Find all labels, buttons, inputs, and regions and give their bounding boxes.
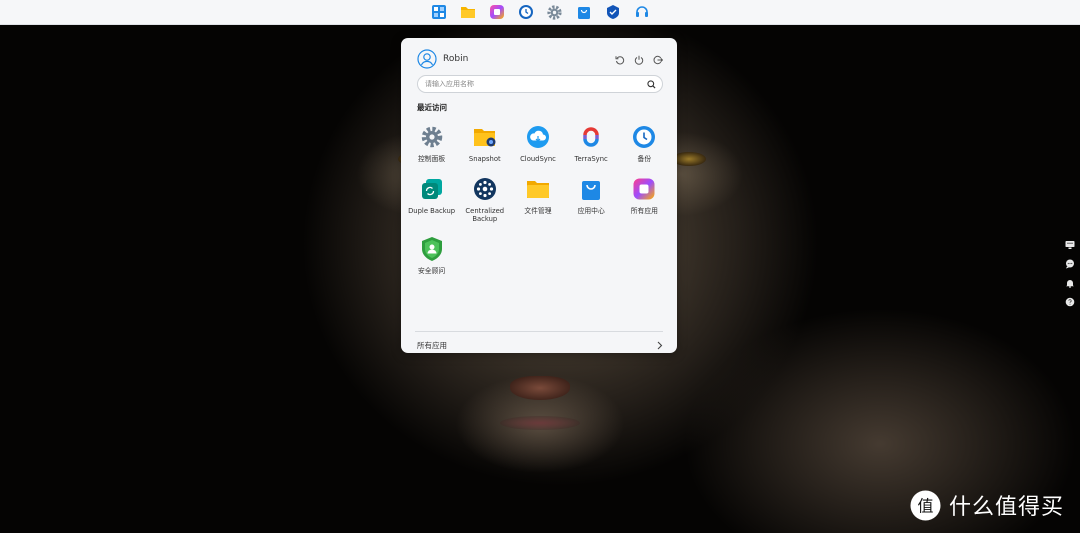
centralized-backup-icon: [472, 176, 498, 202]
file-folder-icon[interactable]: [456, 1, 479, 23]
watermark-logo-icon: 值: [910, 490, 941, 521]
help-icon[interactable]: [1064, 296, 1076, 307]
app-app-center[interactable]: 应用中心: [565, 176, 618, 223]
search-icon[interactable]: [647, 79, 656, 89]
chat-icon[interactable]: [1064, 258, 1076, 269]
all-apps-icon[interactable]: [485, 1, 508, 23]
control-panel-gear-icon[interactable]: [543, 1, 566, 23]
duple-backup-icon: [419, 176, 445, 202]
user-actions: [615, 50, 664, 69]
recent-apps-grid: 控制面板 Snapshot CloudSync TerraSync 备份 Dup…: [405, 124, 673, 275]
start-menu-icon[interactable]: [427, 1, 450, 23]
app-security-advisor[interactable]: 安全顾问: [405, 236, 458, 275]
all-apps-footer-label: 所有应用: [417, 340, 447, 350]
app-file-manager[interactable]: 文件管理: [511, 176, 564, 223]
security-advisor-shield-icon: [419, 236, 445, 262]
restart-icon[interactable]: [615, 50, 625, 69]
logout-icon[interactable]: [653, 50, 664, 69]
app-label: 文件管理: [524, 207, 552, 215]
recent-section-title: 最近访问: [417, 103, 447, 112]
watermark: 值 什么值得买: [910, 489, 1064, 521]
side-widget-bar: [1064, 239, 1076, 307]
cloudsync-icon: [525, 124, 551, 150]
app-label: CloudSync: [520, 155, 556, 163]
all-apps-icon: [631, 176, 657, 202]
wallpaper-nose: [510, 376, 570, 400]
monitor-icon[interactable]: [1064, 239, 1076, 250]
app-search-box: [417, 75, 663, 93]
chevron-right-icon: [657, 341, 663, 350]
app-label: 安全顾问: [418, 267, 446, 275]
app-label: 所有应用: [630, 207, 658, 215]
app-control-panel[interactable]: 控制面板: [405, 124, 458, 163]
username: Robin: [443, 54, 469, 64]
gear-icon: [419, 124, 445, 150]
app-centralized-backup[interactable]: Centralized Backup: [458, 176, 511, 223]
backup-clock-icon[interactable]: [514, 1, 537, 23]
app-label: 控制面板: [418, 155, 446, 163]
start-menu-panel: Robin 最近访问 控制面板: [401, 38, 677, 353]
wallpaper-mouth: [500, 416, 580, 430]
app-all-apps[interactable]: 所有应用: [618, 176, 671, 223]
app-center-bag-icon: [578, 176, 604, 202]
backup-clock-icon: [631, 124, 657, 150]
app-label: 应用中心: [577, 207, 605, 215]
terrasync-icon: [578, 124, 604, 150]
app-label: TerraSync: [574, 155, 608, 163]
svg-text:值: 值: [917, 496, 933, 515]
app-cloudsync[interactable]: CloudSync: [511, 124, 564, 163]
app-label: Centralized Backup: [465, 207, 505, 223]
bell-icon[interactable]: [1064, 277, 1076, 288]
app-label: Duple Backup: [408, 207, 456, 215]
wallpaper-eye-right: [672, 152, 706, 166]
watermark-text: 什么值得买: [949, 495, 1065, 520]
app-backup[interactable]: 备份: [618, 124, 671, 163]
app-label: Snapshot: [468, 155, 501, 163]
app-terrasync[interactable]: TerraSync: [565, 124, 618, 163]
user-avatar-icon[interactable]: [417, 49, 437, 69]
app-label: 备份: [637, 155, 652, 163]
power-icon[interactable]: [634, 50, 644, 69]
user-row: Robin: [417, 44, 664, 74]
app-duple-backup[interactable]: Duple Backup: [405, 176, 458, 223]
snapshot-folder-icon: [472, 124, 498, 150]
all-apps-footer[interactable]: 所有应用: [415, 331, 663, 353]
file-manager-folder-icon: [525, 176, 551, 202]
app-search-input[interactable]: [425, 80, 647, 88]
taskbar: [0, 0, 1080, 25]
app-snapshot[interactable]: Snapshot: [458, 124, 511, 163]
shield-app-icon[interactable]: [601, 1, 624, 23]
app-center-bag-icon[interactable]: [572, 1, 595, 23]
support-headset-icon[interactable]: [630, 1, 653, 23]
